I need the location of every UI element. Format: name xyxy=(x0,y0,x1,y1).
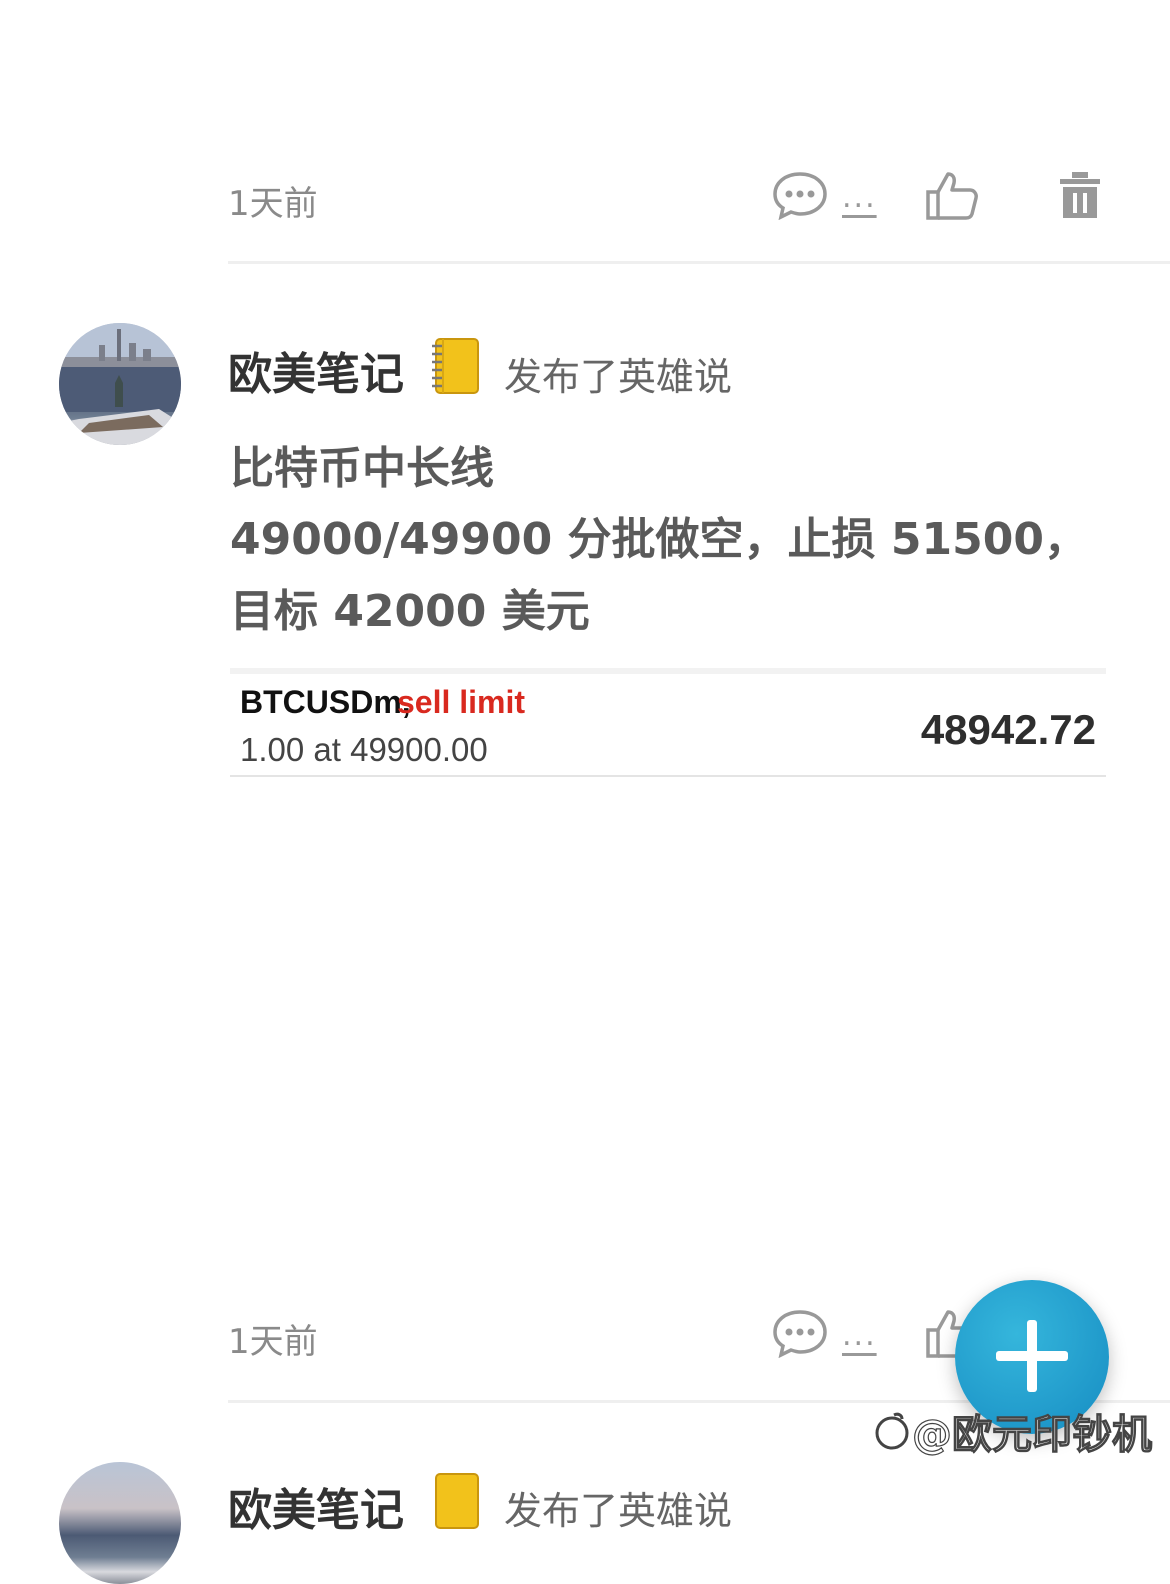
comment-button[interactable] xyxy=(772,1308,828,1362)
post-action: 发布了英雄说 xyxy=(504,355,733,399)
comment-count-link[interactable]: ... xyxy=(842,1318,877,1353)
notebook-icon xyxy=(435,1473,479,1529)
order-symbol: BTCUSDm, xyxy=(240,684,411,720)
post-time: 1天前 xyxy=(228,184,318,224)
divider xyxy=(228,261,1170,264)
avatar-image xyxy=(59,323,181,445)
thumbs-up-icon xyxy=(926,172,978,220)
delete-button[interactable] xyxy=(1058,170,1102,224)
author-name[interactable]: 欧美笔记 xyxy=(228,338,404,402)
notebook-icon xyxy=(432,338,479,394)
avatar[interactable] xyxy=(59,1462,181,1584)
trash-icon xyxy=(1060,172,1100,218)
like-button[interactable] xyxy=(924,170,980,226)
comment-button[interactable] xyxy=(772,170,828,224)
order-price: 48942.72 xyxy=(920,706,1096,753)
order-type: sell limit xyxy=(397,684,526,720)
weibo-logo-icon xyxy=(875,1412,909,1450)
avatar[interactable] xyxy=(59,323,181,445)
comment-count-link[interactable]: ... xyxy=(842,180,877,215)
post-time: 1天前 xyxy=(228,1322,318,1362)
post-text-line: 比特币中长线 xyxy=(230,443,494,494)
post-action: 发布了英雄说 xyxy=(504,1489,733,1533)
watermark-text: @欧元印钞机 xyxy=(911,1411,1152,1458)
watermark: @欧元印钞机 xyxy=(872,1402,1153,1460)
post-text-line: 目标 42000 美元 xyxy=(230,586,590,637)
comment-bubble-icon xyxy=(773,172,827,221)
order-card[interactable]: BTCUSDm, sell limit 1.00 at 49900.00 489… xyxy=(230,668,1106,778)
order-lot: 1.00 at 49900.00 xyxy=(240,731,488,768)
author-name[interactable]: 欧美笔记 xyxy=(228,1474,404,1538)
card-bottom-border xyxy=(230,775,1106,777)
post-text-line: 49000/49900 分批做空，止损 51500， xyxy=(230,514,1088,565)
comment-bubble-icon xyxy=(773,1310,827,1359)
card-top-border xyxy=(230,668,1106,674)
